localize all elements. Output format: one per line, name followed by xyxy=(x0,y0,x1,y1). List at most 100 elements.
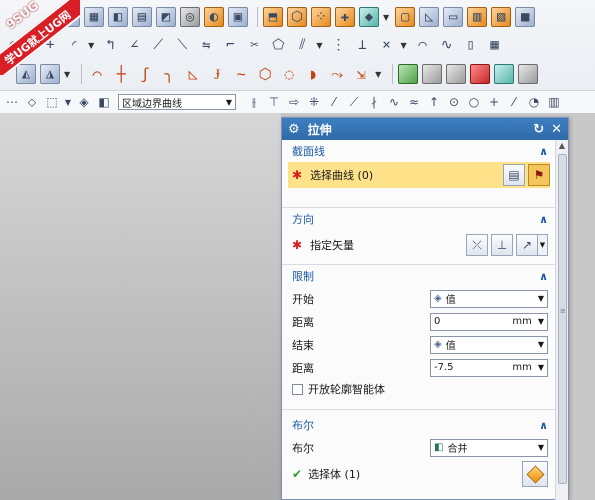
solid-teal-icon[interactable] xyxy=(494,64,515,84)
curve-f-icon[interactable]: Ɉ xyxy=(207,64,227,84)
boolean-select[interactable]: ◧ 合并 ▼ xyxy=(430,438,548,457)
curve-a-icon[interactable]: ⌒ xyxy=(87,64,107,84)
mid-snap-icon[interactable]: ∤ xyxy=(366,95,382,109)
open-profile-checkbox-row[interactable]: 开放轮廓智能体 xyxy=(282,379,556,399)
curve-c-icon[interactable]: ʃ xyxy=(135,64,155,84)
circle-icon[interactable]: ◯ xyxy=(4,35,24,55)
panel-icon[interactable]: ▥ xyxy=(467,7,488,27)
slash-snap-icon[interactable]: ⁄ xyxy=(506,95,522,109)
boolean-header[interactable]: 布尔 ∧ xyxy=(282,414,556,436)
pattern-curve-icon[interactable]: ⋮ xyxy=(328,35,348,55)
curve-l-icon[interactable]: ⇲ xyxy=(351,64,371,84)
select-box-icon[interactable]: ⬚ xyxy=(44,95,60,109)
chevron-down-icon[interactable]: ▼ xyxy=(538,363,544,372)
scroll-up-icon[interactable]: ▲ xyxy=(556,140,568,152)
mesh-icon[interactable]: ▦ xyxy=(84,7,104,27)
plus-icon[interactable]: + xyxy=(40,35,60,55)
wave-snap-icon[interactable]: ≈ xyxy=(406,95,422,109)
intersect-snap-icon[interactable]: ⫲ xyxy=(246,95,262,110)
end-distance-input[interactable]: -7.5 mm ▼ xyxy=(430,358,548,377)
gear-icon[interactable]: ⚙ xyxy=(288,122,300,137)
select-body-button[interactable] xyxy=(522,461,548,487)
limits-header[interactable]: 限制 ∧ xyxy=(282,265,556,287)
point-snap-icon[interactable]: ⁜ xyxy=(306,95,322,109)
pipe-icon[interactable]: ▯ xyxy=(461,35,481,55)
vector-dialog-button[interactable]: ⊥ xyxy=(491,234,513,256)
dialog-titlebar[interactable]: ⚙ 拉伸 ↻ ✕ xyxy=(282,118,568,140)
chevron-down-icon[interactable]: ▼ xyxy=(375,70,381,79)
flat-plate-icon[interactable]: ▭ xyxy=(443,7,464,27)
solid-gray-icon[interactable] xyxy=(422,64,443,84)
angle-icon[interactable]: ∠ xyxy=(124,35,144,55)
cube-feature-icon[interactable]: ▣ xyxy=(228,7,248,27)
extend-icon[interactable]: ⟍ xyxy=(172,35,192,55)
arrow-snap-icon[interactable]: ⇨ xyxy=(286,95,302,109)
mirror-icon[interactable]: ⇋ xyxy=(196,35,216,55)
close-icon[interactable]: ✕ xyxy=(551,122,562,137)
curve-b-icon[interactable]: ┼ xyxy=(111,64,131,84)
project-icon[interactable]: ⊥ xyxy=(352,35,372,55)
split-icon[interactable]: ✂ xyxy=(244,35,264,55)
chevron-down-icon[interactable]: ▼ xyxy=(538,317,544,326)
chevron-down-icon[interactable]: ▼ xyxy=(538,234,548,256)
chevron-down-icon[interactable]: ▼ xyxy=(28,41,34,50)
tee-snap-icon[interactable]: ⊤ xyxy=(266,95,282,109)
select-body-row[interactable]: ✔ 选择体 (1) xyxy=(282,459,556,489)
curve-i-icon[interactable]: ◌ xyxy=(279,64,299,84)
table-icon[interactable]: ▦ xyxy=(485,35,505,55)
shape-add-icon[interactable]: ✚ xyxy=(335,7,355,27)
curve-d-icon[interactable]: ╮ xyxy=(159,64,179,84)
curve-e-icon[interactable]: ◺ xyxy=(183,64,203,84)
cube-filter-icon[interactable]: ◧ xyxy=(96,95,112,109)
chevron-down-icon[interactable]: ▼ xyxy=(64,70,70,79)
intersect-icon[interactable]: ⨯ xyxy=(376,35,396,55)
polygon-icon[interactable]: ⬠ xyxy=(268,35,288,55)
reset-icon[interactable]: ↻ xyxy=(533,122,544,137)
section-header[interactable]: 截面线 ∧ xyxy=(282,140,556,162)
scroll-thumb[interactable]: ≡ xyxy=(558,154,567,484)
dimension-icon[interactable]: ↰ xyxy=(100,35,120,55)
dialog-scrollbar[interactable]: ▲ ≡ xyxy=(555,140,568,500)
curve-rule-dropdown[interactable]: 区域边界曲线 ▼ xyxy=(118,94,236,110)
solid-green-icon[interactable] xyxy=(398,64,419,84)
sweep-mini-icon[interactable]: ◮ xyxy=(40,64,60,84)
body-filter-icon[interactable]: ◈ xyxy=(76,95,92,109)
chevron-down-icon[interactable]: ▼ xyxy=(64,98,72,107)
chevron-down-icon[interactable]: ▼ xyxy=(383,13,389,22)
select-curve-row[interactable]: ✱ 选择曲线 (0) ▤ ⚑ xyxy=(288,162,550,188)
trim-icon[interactable]: ⟋ xyxy=(148,35,168,55)
solid-cube-icon[interactable]: ■ xyxy=(515,7,536,27)
offset-icon[interactable]: ⫽ xyxy=(292,35,312,55)
slope-icon[interactable]: ◺ xyxy=(419,7,440,27)
specify-vector-row[interactable]: ✱ 指定矢量 ⤫ ⊥ ↗ ▼ xyxy=(282,230,556,260)
reverse-direction-button[interactable]: ⤫ xyxy=(466,234,488,256)
chevron-up-icon[interactable]: ∧ xyxy=(539,270,548,283)
plus-snap-icon[interactable]: + xyxy=(486,95,502,109)
chevron-up-icon[interactable]: ∧ xyxy=(539,145,548,158)
start-distance-input[interactable]: 0 mm ▼ xyxy=(430,312,548,331)
extrude-mini-icon[interactable]: ◭ xyxy=(16,64,36,84)
color-shape-icon[interactable]: ◆ xyxy=(359,7,379,27)
grid-surface-icon[interactable]: ▤ xyxy=(132,7,152,27)
solid-red-icon[interactable] xyxy=(470,64,491,84)
chevron-down-icon[interactable]: ▼ xyxy=(316,41,322,50)
curve-k-icon[interactable]: ⤳ xyxy=(327,64,347,84)
graphics-window[interactable] xyxy=(0,113,281,500)
direction-header[interactable]: 方向 ∧ xyxy=(282,208,556,230)
pattern-icon[interactable]: ⬡ xyxy=(287,7,307,27)
bridge-icon[interactable]: ⌒ xyxy=(413,35,433,55)
offset-face-icon[interactable]: ⬒ xyxy=(263,7,283,27)
fillet-sketch-icon[interactable]: ◜ xyxy=(64,35,84,55)
inferred-vector-button[interactable]: ↗ xyxy=(516,234,538,256)
line-snap-icon[interactable]: ⁄ xyxy=(326,95,342,109)
circle-snap-icon[interactable]: ○ xyxy=(466,95,482,109)
window-icon[interactable]: ▧ xyxy=(491,7,512,27)
filter-icon[interactable]: ⬦ xyxy=(24,95,40,110)
chevron-down-icon[interactable]: ▼ xyxy=(400,41,406,50)
solid-gray2-icon[interactable] xyxy=(446,64,467,84)
curve-snap-icon[interactable]: ∿ xyxy=(386,95,402,109)
dots-icon[interactable]: ⁘ xyxy=(311,7,331,27)
end-type-select[interactable]: ◈ 值 ▼ xyxy=(430,335,548,354)
curve-section-button[interactable]: ⚑ xyxy=(528,164,550,186)
split-face-icon[interactable]: ◐ xyxy=(204,7,224,27)
